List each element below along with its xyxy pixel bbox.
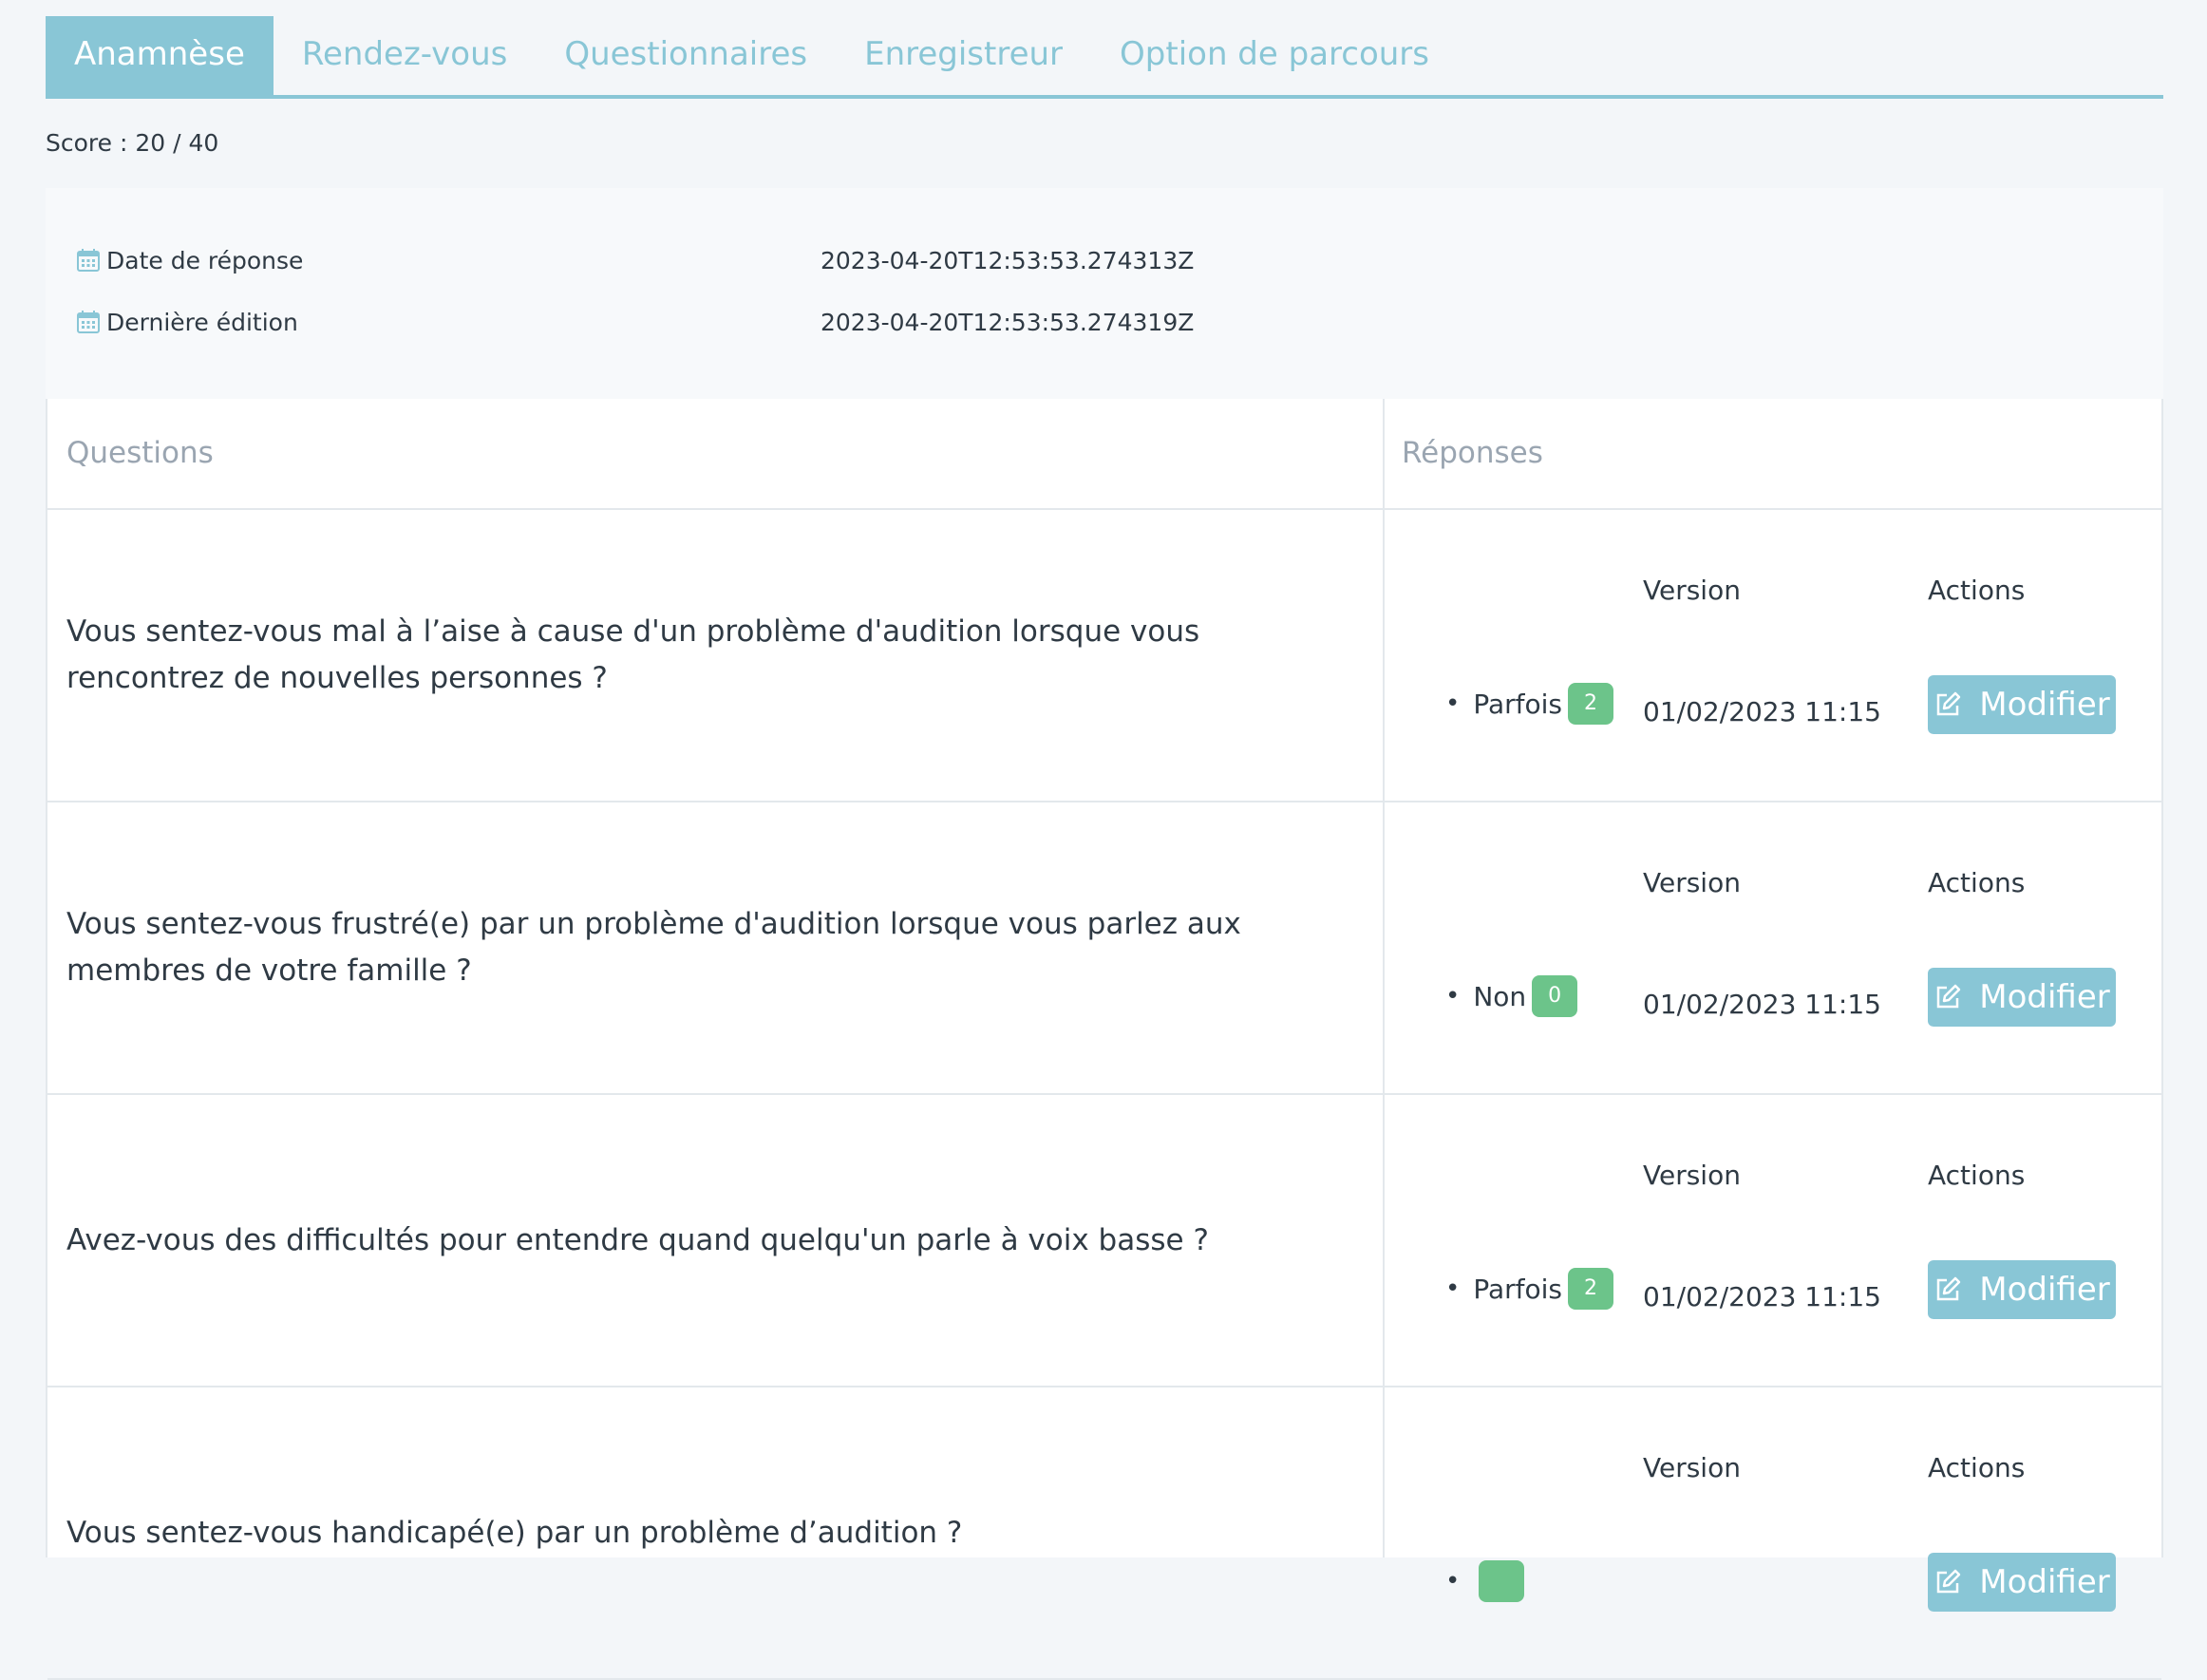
- question-text: Avez-vous des difficultés pour entendre …: [66, 1222, 1209, 1257]
- edit-icon: [1937, 1569, 1961, 1594]
- score-badge: [1479, 1560, 1525, 1602]
- last-edit-value: 2023-04-20T12:53:53.274319Z: [821, 308, 1195, 336]
- answer: • Parfois 2: [1445, 1268, 1613, 1310]
- question-text: Vous sentez-vous handicapé(e) par un pro…: [66, 1515, 963, 1550]
- response-date-value: 2023-04-20T12:53:53.274313Z: [821, 246, 1195, 274]
- last-edit-label: Dernière édition: [106, 308, 298, 336]
- score-badge: 2: [1568, 683, 1613, 725]
- edit-icon: [1937, 691, 1961, 716]
- info-panel: Date de réponse 2023-04-20T12:53:53.2743…: [46, 188, 2163, 401]
- question-text: Vous sentez-vous mal à l’aise à cause d'…: [66, 614, 1200, 695]
- last-edit-row: Dernière édition 2023-04-20T12:53:53.274…: [76, 305, 1194, 339]
- modifier-button[interactable]: Modifier: [1928, 968, 2116, 1027]
- table-row: Avez-vous des difficultés pour entendre …: [47, 1095, 2161, 1387]
- responses-column-header: Réponses: [1402, 436, 1543, 470]
- tab-anamnese[interactable]: Anamnèse: [46, 16, 274, 95]
- version-label: Version: [1643, 1160, 1741, 1191]
- version-label: Version: [1643, 575, 1741, 606]
- answer-text: Parfois: [1473, 1273, 1562, 1305]
- answer: •: [1445, 1560, 1525, 1602]
- modifier-button[interactable]: Modifier: [1928, 1260, 2116, 1319]
- score-badge: 2: [1568, 1268, 1613, 1310]
- answer: • Non 0: [1445, 975, 1578, 1017]
- version-label: Version: [1643, 867, 1741, 898]
- actions-label: Actions: [1928, 1160, 2026, 1191]
- answer-text: Non: [1473, 980, 1527, 1012]
- table-row: Vous sentez-vous frustré(e) par un probl…: [47, 802, 2161, 1095]
- answer-text: Parfois: [1473, 688, 1562, 720]
- score-text: Score : 20 / 40: [46, 129, 219, 157]
- modifier-button[interactable]: Modifier: [1928, 1553, 2116, 1612]
- version-date: 01/02/2023 11:15: [1643, 1281, 1881, 1312]
- tab-rendez-vous[interactable]: Rendez-vous: [274, 16, 536, 95]
- tab-enregistreur[interactable]: Enregistreur: [836, 16, 1091, 95]
- calendar-icon: [77, 249, 100, 272]
- tab-questionnaires[interactable]: Questionnaires: [536, 16, 836, 95]
- edit-icon: [1937, 984, 1961, 1009]
- calendar-icon: [77, 311, 100, 333]
- score-badge: 0: [1532, 975, 1578, 1017]
- questions-column-header: Questions: [66, 436, 214, 470]
- modifier-button[interactable]: Modifier: [1928, 675, 2116, 734]
- actions-label: Actions: [1928, 1452, 2026, 1483]
- answer: • Parfois 2: [1445, 683, 1613, 725]
- table-row: Vous sentez-vous handicapé(e) par un pro…: [47, 1387, 2161, 1680]
- actions-label: Actions: [1928, 867, 2026, 898]
- version-date: 01/02/2023 11:15: [1643, 989, 1881, 1020]
- questions-table: Questions Réponses Vous sentez-vous mal …: [46, 399, 2163, 1680]
- actions-label: Actions: [1928, 575, 2026, 606]
- table-row: Vous sentez-vous mal à l’aise à cause d'…: [47, 510, 2161, 802]
- table-header: Questions Réponses: [47, 399, 2161, 510]
- version-label: Version: [1643, 1452, 1741, 1483]
- tab-bar: Anamnèse Rendez-vous Questionnaires Enre…: [46, 16, 2163, 99]
- response-date-row: Date de réponse 2023-04-20T12:53:53.2743…: [76, 243, 1194, 277]
- tab-option-de-parcours[interactable]: Option de parcours: [1091, 16, 1458, 95]
- edit-icon: [1937, 1276, 1961, 1301]
- response-date-label: Date de réponse: [106, 246, 304, 274]
- version-date: 01/02/2023 11:15: [1643, 696, 1881, 727]
- question-text: Vous sentez-vous frustré(e) par un probl…: [66, 907, 1241, 988]
